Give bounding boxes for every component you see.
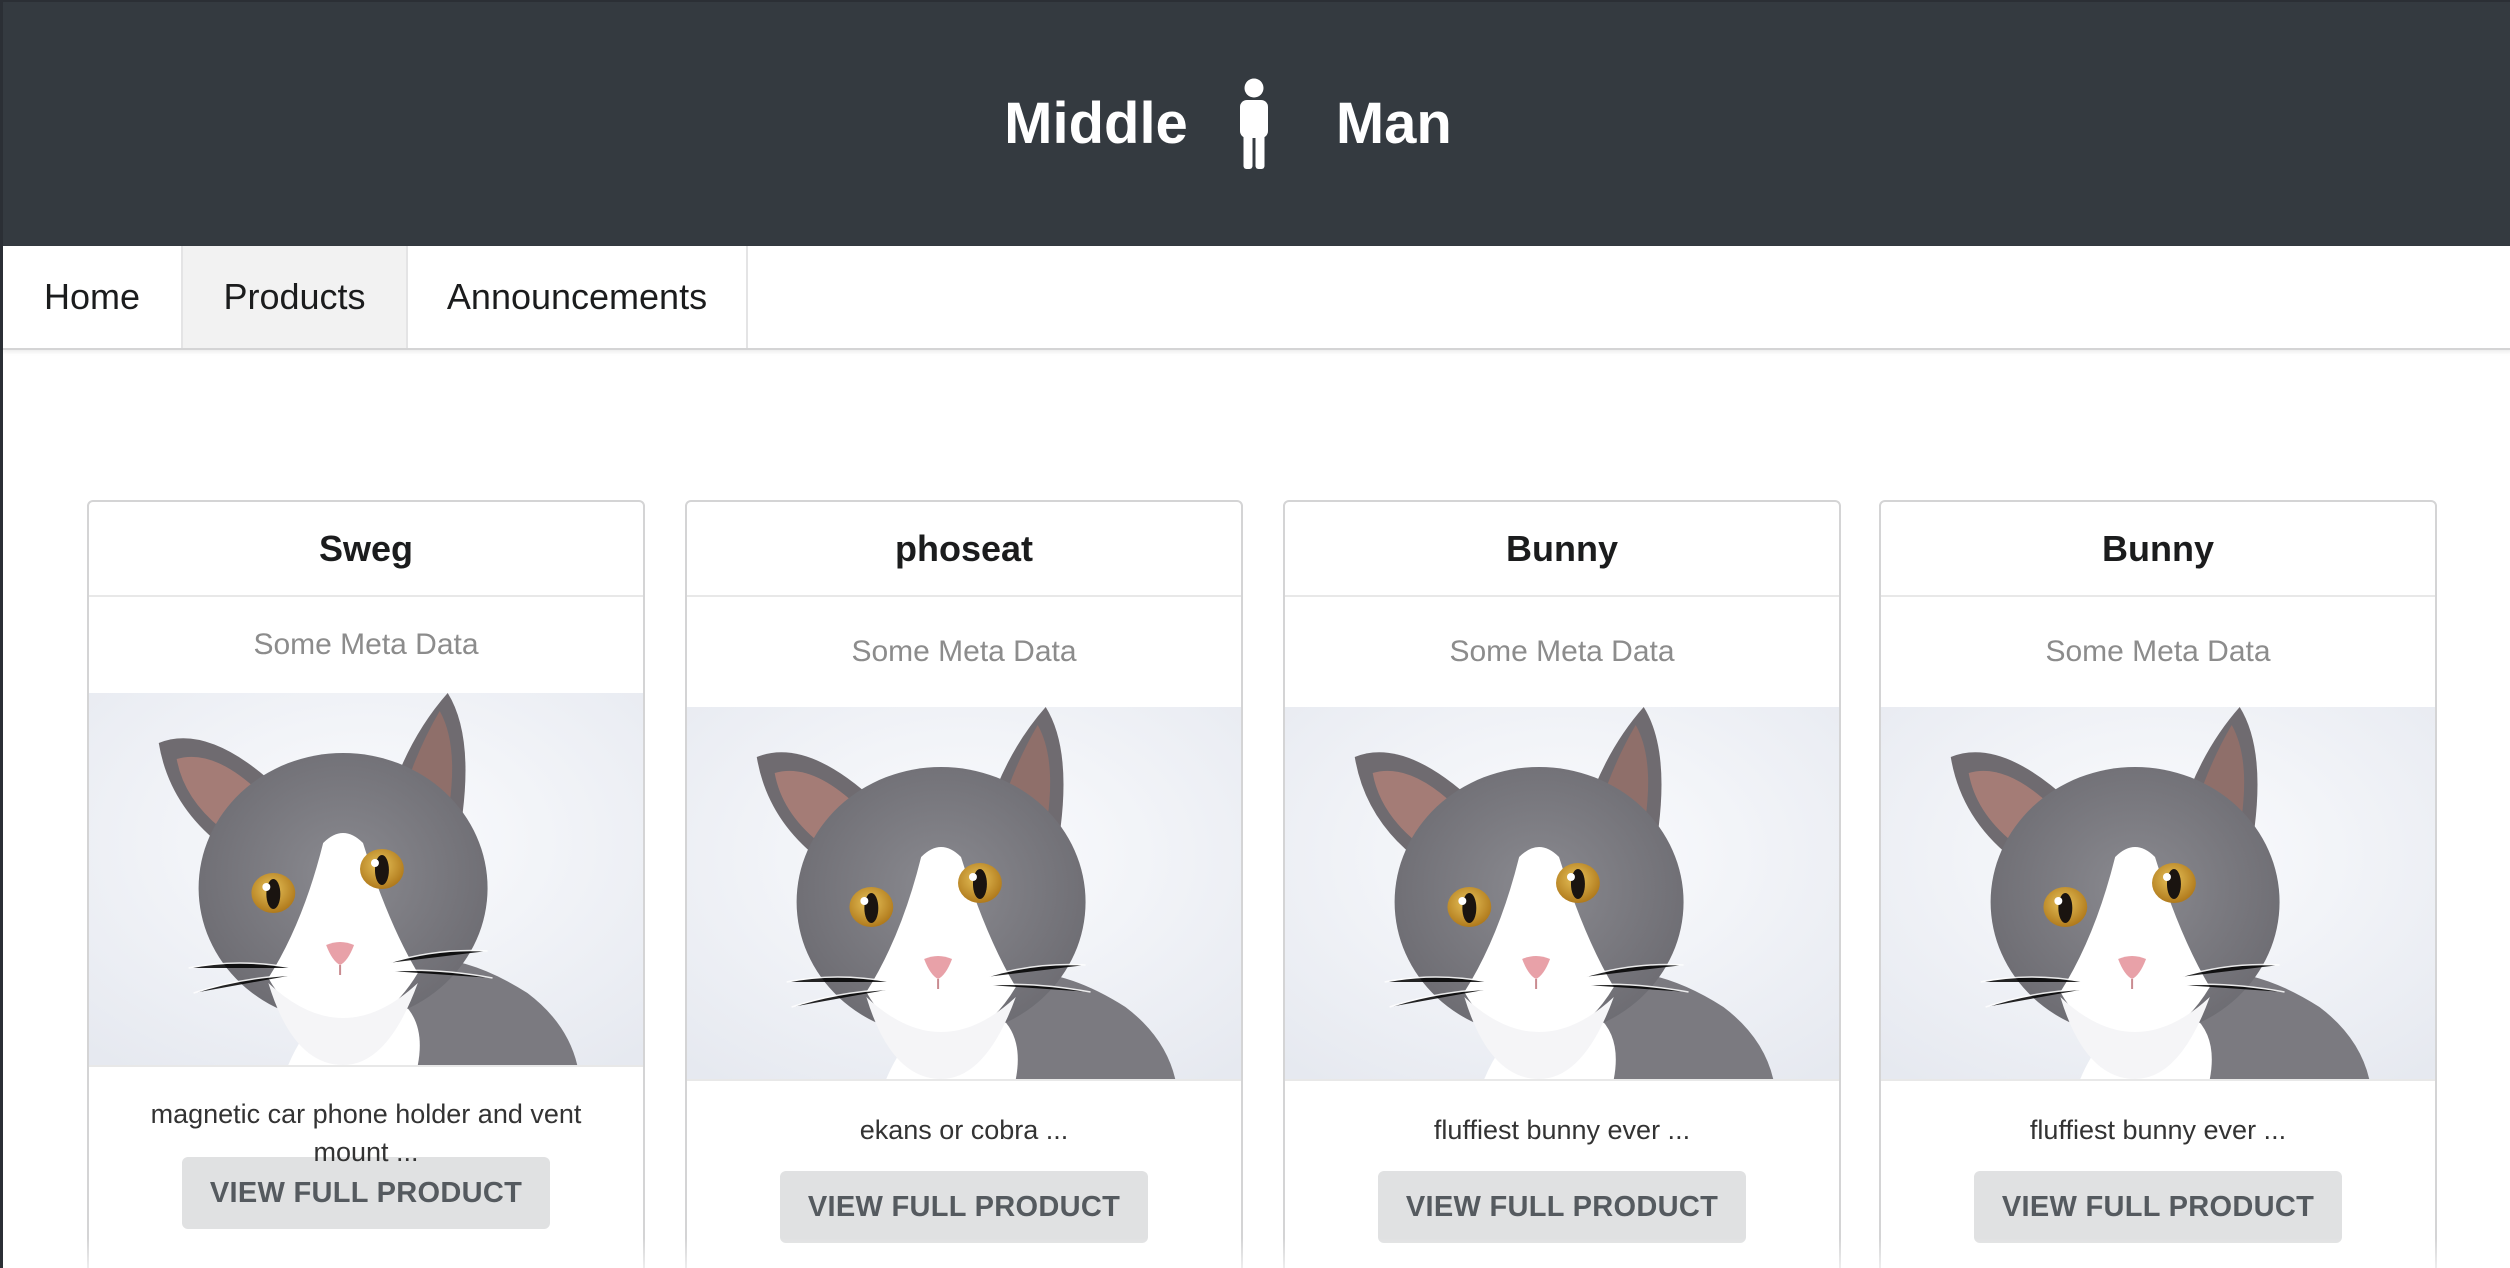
nav-item-home[interactable]: Home: [3, 246, 183, 348]
product-meta: Some Meta Data: [253, 628, 479, 661]
brand-left-text: Middle: [1004, 91, 1188, 156]
product-meta: Some Meta Data: [2045, 635, 2271, 668]
site-header: Middle Man: [3, 0, 2510, 246]
product-meta: Some Meta Data: [851, 635, 1077, 668]
product-description: fluffiest bunny ever ...: [1881, 1079, 2435, 1171]
product-card: Sweg Some Meta Data magnetic car phone h…: [87, 500, 645, 1268]
product-title: Bunny: [1285, 502, 1839, 597]
nav-item-announcements[interactable]: Announcements: [408, 246, 748, 348]
person-icon: [1239, 78, 1268, 169]
product-meta: Some Meta Data: [1449, 635, 1675, 668]
nav-item-label: Products: [223, 276, 366, 317]
cat-photo: [1285, 707, 1839, 1079]
nav-item-products[interactable]: Products: [183, 246, 408, 348]
view-full-product-button[interactable]: VIEW FULL PRODUCT: [1974, 1171, 2342, 1243]
product-title: Sweg: [89, 502, 643, 597]
nav-item-label: Announcements: [446, 276, 708, 317]
cat-photo: [687, 707, 1241, 1079]
brand[interactable]: Middle Man: [1004, 78, 1452, 170]
brand-right-text: Man: [1335, 91, 1452, 156]
product-card: phoseat Some Meta Data ekans or cobra ..…: [685, 500, 1243, 1268]
product-title: Bunny: [1881, 502, 2435, 597]
page: Middle Man Home Products Announcements S…: [0, 0, 2510, 1268]
product-card: Bunny Some Meta Data fluffiest bunny eve…: [1879, 500, 2437, 1268]
main-nav: Home Products Announcements: [3, 246, 2510, 350]
cat-photo: [1881, 707, 2435, 1079]
product-card: Bunny Some Meta Data fluffiest bunny eve…: [1283, 500, 1841, 1268]
product-description: fluffiest bunny ever ...: [1285, 1079, 1839, 1171]
nav-item-label: Home: [43, 276, 141, 317]
cat-photo: [89, 693, 643, 1065]
view-full-product-button[interactable]: VIEW FULL PRODUCT: [780, 1171, 1148, 1243]
product-description: ekans or cobra ...: [687, 1079, 1241, 1171]
product-title: phoseat: [687, 502, 1241, 597]
view-full-product-button[interactable]: VIEW FULL PRODUCT: [1378, 1171, 1746, 1243]
product-description: magnetic car phone holder and vent mount…: [89, 1065, 643, 1167]
